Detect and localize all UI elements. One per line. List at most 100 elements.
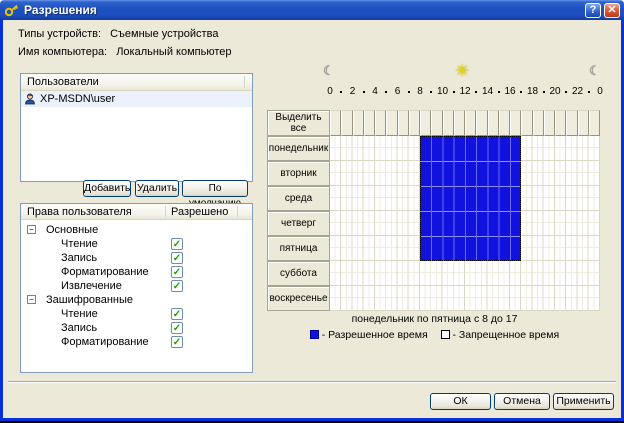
hour-column-button[interactable] [578, 110, 589, 136]
right-label: Форматирование [61, 265, 149, 279]
remove-user-button[interactable]: Удалить [135, 180, 179, 197]
allowed-checkbox[interactable]: ✓ [171, 322, 183, 334]
hour-column-button[interactable] [555, 110, 566, 136]
rights-item-row: Запись ✓ [21, 321, 252, 335]
allowed-checkbox[interactable]: ✓ [171, 238, 183, 250]
right-label: Запись [61, 251, 97, 265]
allowed-checkbox[interactable]: ✓ [171, 308, 183, 320]
moon-left-icon: ☾ [323, 64, 335, 79]
collapse-icon[interactable]: − [27, 225, 36, 234]
hour-column-button[interactable] [499, 110, 510, 136]
allowed-time-label: - Разрешенное время [322, 329, 428, 341]
hour-column-button[interactable] [589, 110, 600, 136]
header-divider [244, 76, 245, 88]
collapse-icon[interactable]: − [27, 295, 36, 304]
day-hours-strip[interactable] [330, 286, 600, 311]
allowed-checkbox[interactable]: ✓ [171, 252, 183, 264]
hour-tick-dot [543, 91, 545, 93]
help-button[interactable]: ? [585, 3, 601, 18]
rights-header[interactable]: Права пользователя Разрешено [21, 204, 252, 220]
hour-tick-dot [385, 91, 387, 93]
hour-tick-dot [340, 91, 342, 93]
dialog-body: Типы устройств: Съемные устройства Имя к… [0, 20, 624, 421]
header-divider [237, 206, 238, 217]
add-user-button[interactable]: Добавить [83, 180, 131, 197]
allowed-checkbox[interactable]: ✓ [171, 336, 183, 348]
hour-tick-dot [498, 91, 500, 93]
hour-column-button[interactable] [476, 110, 487, 136]
day-row-button[interactable]: четверг [267, 211, 330, 236]
hour-column-button[interactable] [465, 110, 476, 136]
hour-tick-label: 22 [569, 86, 587, 97]
users-header-label: Пользователи [27, 76, 99, 88]
hour-column-button[interactable] [364, 110, 375, 136]
hour-column-button[interactable] [353, 110, 364, 136]
close-icon[interactable]: ✕ [604, 3, 620, 18]
hour-column-button[interactable] [409, 110, 420, 136]
hour-column-button[interactable] [544, 110, 555, 136]
group-label: Основные [46, 223, 98, 237]
device-types-label: Типы устройств: [18, 28, 101, 40]
day-row-button[interactable]: пятница [267, 236, 330, 261]
rights-rows: −ОсновныеЧтение✓Запись✓Форматирование✓Из… [21, 220, 252, 349]
rights-item-row: Форматирование ✓ [21, 265, 252, 279]
device-types-value: Съемные устройства [110, 28, 218, 40]
hour-tick-label: 0 [321, 86, 339, 97]
hour-column-button[interactable] [341, 110, 352, 136]
cancel-button[interactable]: Отмена [494, 393, 550, 410]
hour-column-button[interactable] [521, 110, 532, 136]
right-label: Чтение [61, 237, 98, 251]
device-types-row: Типы устройств: Съемные устройства [18, 28, 218, 40]
hour-tick-label: 4 [366, 86, 384, 97]
day-row-button[interactable]: среда [267, 186, 330, 211]
title-bar[interactable]: Разрешения ? ✕ [0, 0, 624, 20]
right-label: Форматирование [61, 335, 149, 349]
user-list-item[interactable]: XP-MSDN\user [21, 91, 252, 107]
hour-tick-label: 2 [344, 86, 362, 97]
select-all-button[interactable]: Выделить все [267, 110, 330, 136]
computer-name-label: Имя компьютера: [18, 46, 107, 58]
hour-column-button[interactable] [330, 110, 341, 136]
day-hours-strip[interactable] [330, 261, 600, 286]
default-button[interactable]: По умолчанию [182, 180, 248, 197]
rights-group-row: −Зашифрованные [21, 293, 252, 307]
hour-column-button[interactable] [375, 110, 386, 136]
day-row-button[interactable]: суббота [267, 261, 330, 286]
rights-group-row: − Основные [21, 223, 252, 237]
hour-column-button[interactable] [420, 110, 431, 136]
hour-column-button[interactable] [386, 110, 397, 136]
user-name: XP-MSDN\user [40, 91, 115, 107]
hour-tick-label: 8 [411, 86, 429, 97]
hour-column-button[interactable] [533, 110, 544, 136]
allowed-time-selection[interactable] [420, 136, 521, 261]
users-list-header[interactable]: Пользователи [21, 74, 252, 91]
hour-tick-label: 0 [591, 86, 609, 97]
permissions-dialog: Разрешения ? ✕ Типы устройств: Съемные у… [0, 0, 624, 423]
ok-button[interactable]: ОК [430, 393, 491, 410]
rights-item-row: Извлечение✓ [21, 279, 252, 293]
allowed-column-label: Разрешено [171, 204, 228, 220]
computer-name-value: Локальный компьютер [116, 46, 231, 58]
rights-panel: Права пользователя Разрешено −ОсновныеЧт… [20, 203, 253, 373]
right-label: Запись [61, 321, 97, 335]
day-row-button[interactable]: понедельник [267, 136, 330, 161]
allowed-checkbox[interactable]: ✓ [171, 266, 183, 278]
hour-column-button[interactable] [566, 110, 577, 136]
hour-tick-dot [363, 91, 365, 93]
day-row-button[interactable]: вторник [267, 161, 330, 186]
day-row-button[interactable]: воскресенье [267, 286, 330, 311]
hour-column-button[interactable] [431, 110, 442, 136]
hour-tick-dot [565, 91, 567, 93]
apply-button[interactable]: Применить [553, 393, 614, 410]
allowed-checkbox[interactable]: ✓ [171, 280, 183, 292]
header-divider [165, 206, 166, 217]
hour-column-button[interactable] [443, 110, 454, 136]
hour-column-button[interactable] [398, 110, 409, 136]
hour-column-button[interactable] [454, 110, 465, 136]
hour-column-button[interactable] [510, 110, 521, 136]
rights-item-row: Чтение ✓ [21, 237, 252, 251]
right-label: Чтение [61, 307, 98, 321]
hour-tick-dot [520, 91, 522, 93]
hour-tick-label: 16 [501, 86, 519, 97]
hour-column-button[interactable] [488, 110, 499, 136]
